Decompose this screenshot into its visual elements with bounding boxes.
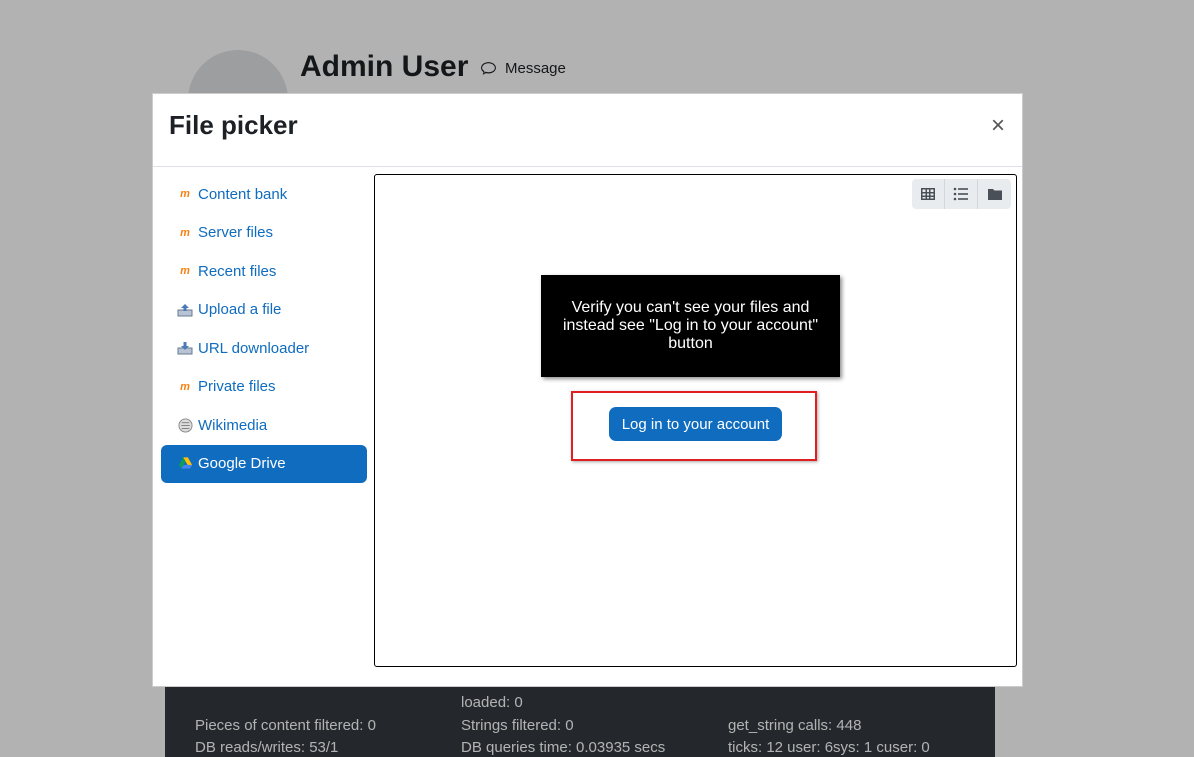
modal-title: File picker: [169, 110, 298, 140]
repo-label: URL downloader: [198, 339, 310, 357]
repo-label: Upload a file: [198, 301, 282, 319]
list-view-button[interactable]: [945, 179, 978, 209]
login-button[interactable]: Log in to your account: [609, 407, 782, 441]
grid-icon: [921, 188, 935, 200]
repo-label: Recent files: [198, 262, 277, 280]
repo-item-private-files[interactable]: m Private files: [161, 368, 367, 407]
google-drive-icon: [177, 456, 193, 472]
file-picker-dialog: File picker × m Content bank m Server fi…: [152, 93, 1023, 687]
close-button[interactable]: ×: [988, 114, 1008, 138]
modal-header: File picker ×: [153, 94, 1022, 167]
moodle-icon: m: [180, 226, 190, 239]
repo-label: Google Drive: [198, 455, 286, 473]
list-icon: [953, 187, 968, 201]
repo-item-upload-file[interactable]: Upload a file: [161, 291, 367, 330]
repo-label: Private files: [198, 378, 276, 396]
upload-icon: [177, 302, 193, 318]
view-mode-toggle: [912, 179, 1011, 209]
grid-view-button[interactable]: [912, 179, 945, 209]
repo-item-content-bank[interactable]: m Content bank: [161, 175, 367, 214]
repo-label: Content bank: [198, 185, 288, 203]
tree-view-button[interactable]: [978, 179, 1011, 209]
repo-item-url-downloader[interactable]: URL downloader: [161, 329, 367, 368]
repo-label: Server files: [198, 224, 274, 242]
file-content-pane: Verify you can't see your files and inst…: [374, 174, 1017, 667]
instruction-callout: Verify you can't see your files and inst…: [541, 275, 840, 377]
repo-item-google-drive[interactable]: Google Drive: [161, 444, 367, 483]
download-icon: [177, 340, 193, 356]
moodle-icon: m: [180, 265, 190, 278]
repository-list: m Content bank m Server files m Recent f…: [161, 175, 367, 483]
repo-item-wikimedia[interactable]: Wikimedia: [161, 406, 367, 445]
wikimedia-icon: [177, 417, 193, 433]
folder-icon: [987, 189, 1002, 200]
moodle-icon: m: [180, 188, 190, 201]
repo-label: Wikimedia: [198, 416, 268, 434]
repo-item-recent-files[interactable]: m Recent files: [161, 252, 367, 291]
repo-item-server-files[interactable]: m Server files: [161, 214, 367, 253]
moodle-icon: m: [180, 380, 190, 393]
